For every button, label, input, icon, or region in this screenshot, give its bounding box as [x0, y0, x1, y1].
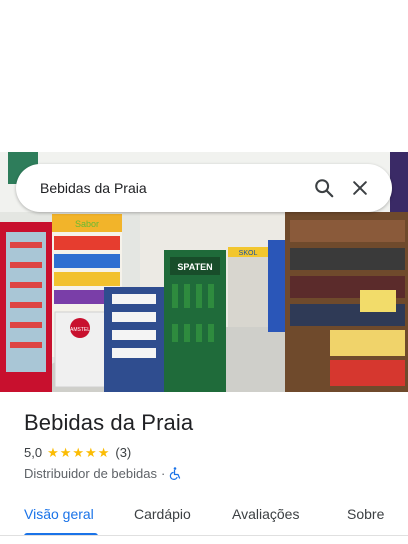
- tabs-divider: [0, 535, 408, 536]
- search-input[interactable]: Bebidas da Praia: [40, 180, 306, 196]
- close-icon[interactable]: [342, 170, 378, 206]
- place-tabs: Visão geral Cardápio Avaliações Sobre: [0, 496, 408, 536]
- rating-value: 5,0: [24, 445, 43, 460]
- star-icon: ★: [97, 445, 110, 460]
- shelf-sign-right: SKOL: [239, 250, 258, 257]
- search-bar[interactable]: Bebidas da Praia: [16, 164, 392, 212]
- star-icon: ★: [59, 445, 72, 460]
- tab-menu[interactable]: Cardápio: [134, 506, 191, 522]
- place-title: Bebidas da Praia: [24, 410, 194, 435]
- separator-dot: ·: [160, 466, 166, 481]
- place-category: Distribuidor de bebidas: [24, 466, 157, 481]
- search-icon[interactable]: [306, 170, 342, 206]
- category-row: Distribuidor de bebidas ·: [24, 466, 181, 481]
- place-info-panel: Bebidas da Praia 5,0 ★ ★ ★ ★ ★ (3) Distr…: [0, 392, 408, 544]
- shelf-sign-left: Sabor: [75, 219, 99, 229]
- top-blank-area: [0, 0, 408, 152]
- tab-overview[interactable]: Visão geral: [24, 506, 94, 522]
- tab-about[interactable]: Sobre: [347, 506, 384, 522]
- star-icon: ★: [85, 445, 97, 460]
- review-count[interactable]: (3): [115, 445, 131, 460]
- star-icon: ★: [47, 445, 59, 460]
- star-icon: ★: [72, 445, 85, 460]
- rating-stars: ★ ★ ★ ★ ★: [47, 446, 109, 459]
- fridge-brand: SPATEN: [177, 262, 212, 272]
- wheelchair-icon[interactable]: [169, 467, 181, 480]
- rating-row[interactable]: 5,0 ★ ★ ★ ★ ★ (3): [24, 445, 131, 460]
- tab-reviews[interactable]: Avaliações: [232, 506, 299, 522]
- cooler-brand: AMSTEL: [70, 327, 90, 333]
